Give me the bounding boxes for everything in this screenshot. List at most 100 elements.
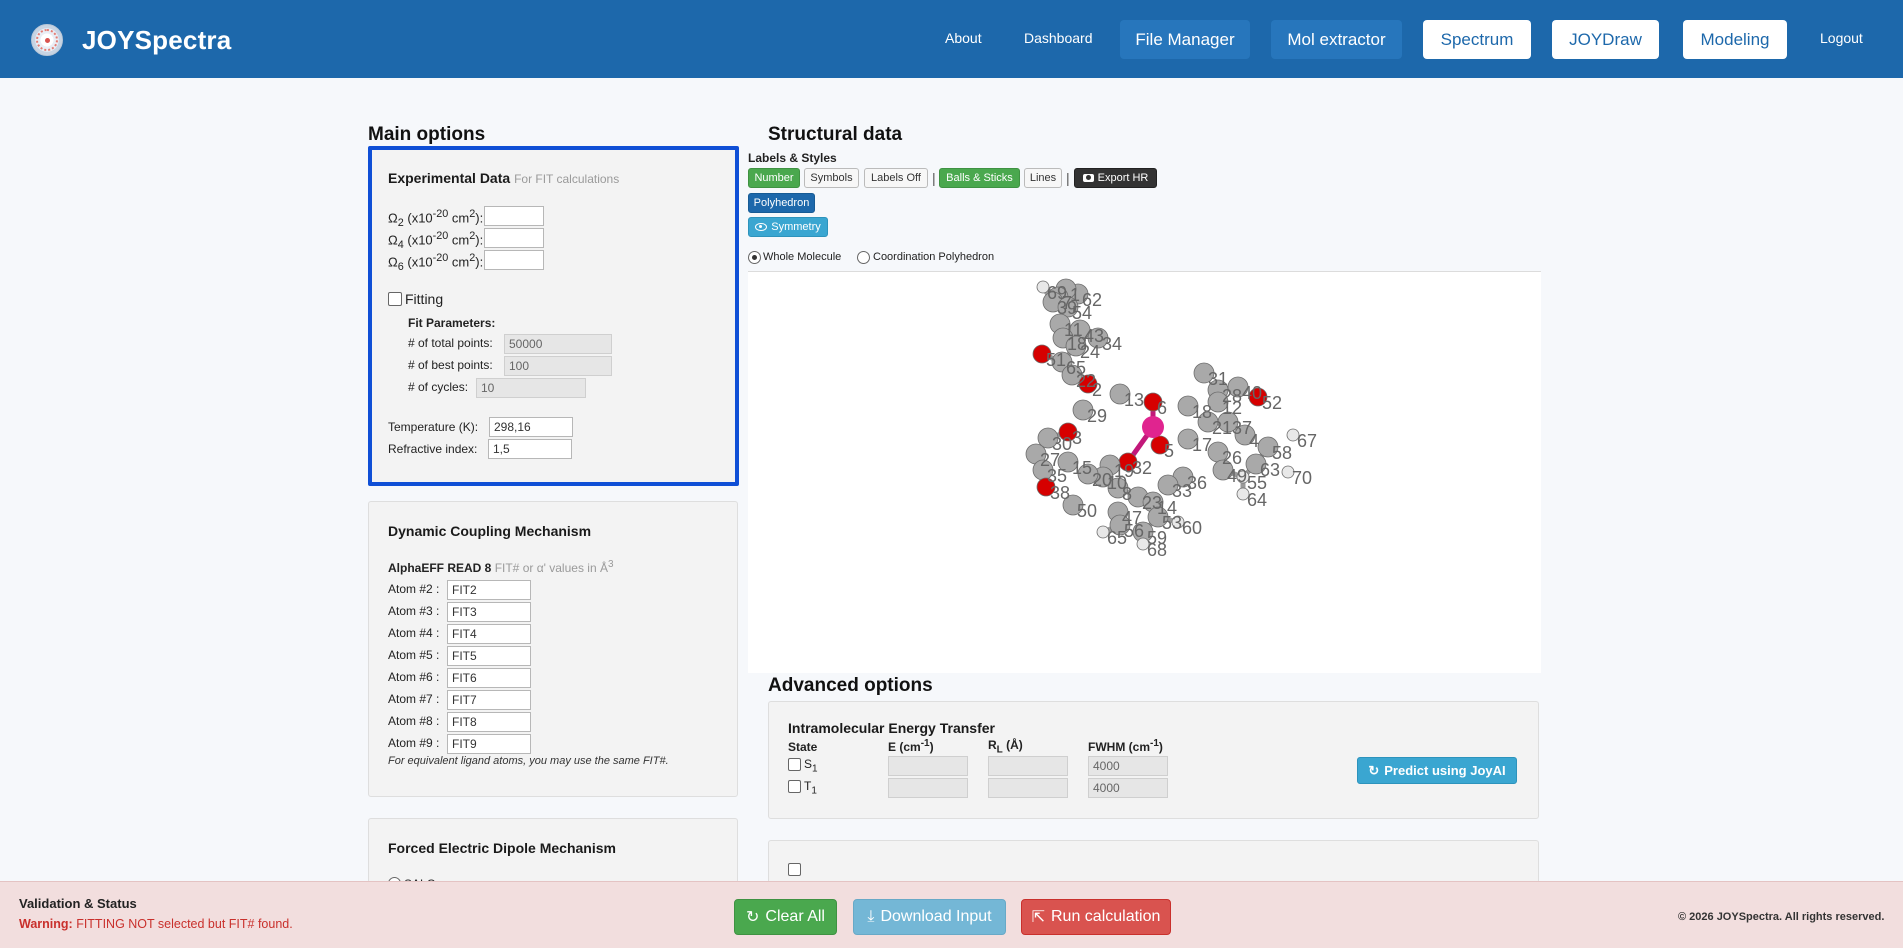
clear-all-button[interactable]: ↻ Clear All: [734, 899, 837, 935]
copyright: © 2026 JOYSpectra. All rights reserved.: [1678, 911, 1885, 923]
t1-label: T1: [804, 779, 817, 797]
atom-number-label: 49: [1227, 466, 1247, 486]
atom-number-label: 5: [1164, 441, 1174, 461]
download-input-button[interactable]: ⤓ Download Input: [853, 899, 1006, 935]
atom-number-label: 34: [1102, 334, 1122, 354]
nav-about[interactable]: About: [945, 30, 982, 46]
symmetry-button[interactable]: Symmetry: [748, 217, 828, 237]
refractive-index-input[interactable]: [488, 439, 572, 459]
molecule-canvas[interactable]: 69 6217395411 4334182451 652226133128 401218…: [748, 272, 1541, 674]
symbols-label-button[interactable]: Symbols: [804, 168, 859, 188]
brand-name[interactable]: JOYSpectra: [82, 25, 231, 56]
atom-number-label: 67: [1297, 431, 1317, 451]
atom-number-label: 2: [1092, 380, 1102, 400]
export-hr-button[interactable]: Export HR: [1074, 168, 1157, 188]
fwhm-col-header: FWHM (cm-1): [1088, 738, 1163, 754]
nav-spectrum[interactable]: Spectrum: [1423, 20, 1531, 59]
refresh-icon: ↻: [1368, 762, 1380, 778]
omega6-input[interactable]: [484, 250, 544, 270]
nav-logout[interactable]: Logout: [1820, 30, 1863, 46]
s1-fwhm-input[interactable]: [1088, 756, 1168, 776]
nav-mol-extractor[interactable]: Mol extractor: [1271, 20, 1402, 59]
atom-fit-input[interactable]: [447, 690, 531, 710]
experimental-data-heading: Experimental Data For FIT calculations: [388, 170, 620, 186]
refresh-icon: ↻: [746, 909, 760, 926]
atom-fit-input[interactable]: [447, 734, 531, 754]
number-label-button[interactable]: Number: [748, 168, 800, 188]
polyhedron-button[interactable]: Polyhedron: [748, 193, 815, 213]
omega2-label: Ω2 (x10-20 cm2):: [388, 208, 484, 229]
best-points-label: # of best points:: [408, 358, 493, 372]
atom-number-label: 68: [1147, 540, 1167, 560]
temperature-input[interactable]: [489, 417, 573, 437]
dynamic-coupling-heading: Dynamic Coupling Mechanism: [388, 523, 592, 539]
fitting-checkbox[interactable]: [388, 292, 402, 306]
atom-number-label: 3: [1072, 428, 1082, 448]
whole-molecule-radio[interactable]: [748, 251, 761, 264]
camera-icon: [1082, 174, 1094, 182]
predict-joyai-button[interactable]: ↻ Predict using JoyAI: [1357, 757, 1517, 784]
atom-fit-input[interactable]: [447, 602, 531, 622]
omega4-label: Ω4 (x10-20 cm2):: [388, 230, 484, 251]
atom-label: Atom #4 :: [388, 626, 440, 640]
labels-styles-title: Labels & Styles: [748, 151, 837, 165]
t1-rl-input[interactable]: [988, 778, 1068, 798]
atom-number-label: 8: [1122, 484, 1132, 504]
experimental-data-hint: For FIT calculations: [514, 172, 620, 186]
atom-number-label: 15: [1072, 458, 1092, 478]
atom-label: Atom #2 :: [388, 582, 440, 596]
alphaeff-title: AlphaEFF READ 8 FIT# or α' values in Å3: [388, 559, 614, 575]
atom-label: Atom #3 :: [388, 604, 440, 618]
fitting-label: Fitting: [405, 291, 444, 307]
rl-col-header: RL (Å): [988, 738, 1023, 756]
t1-fwhm-input[interactable]: [1088, 778, 1168, 798]
lines-style-button[interactable]: Lines: [1024, 168, 1062, 188]
nav-modeling[interactable]: Modeling: [1683, 20, 1787, 59]
coordination-polyhedron-radio[interactable]: [857, 251, 870, 264]
brand-logo-icon[interactable]: [31, 24, 63, 56]
nav-joydraw[interactable]: JOYDraw: [1552, 20, 1659, 59]
top-navbar: JOYSpectra About Dashboard File Manager …: [0, 0, 1903, 78]
s1-rl-input[interactable]: [988, 756, 1068, 776]
metal-center-sphere: [1142, 416, 1164, 438]
t1-energy-input[interactable]: [888, 778, 968, 798]
atom-number-label: 51: [1046, 350, 1066, 370]
intramolecular-heading: Intramolecular Energy Transfer: [788, 720, 995, 736]
nav-dashboard[interactable]: Dashboard: [1024, 30, 1093, 46]
run-calculation-button[interactable]: ⇱ Run calculation: [1021, 899, 1171, 935]
atom-number-label: 26: [1222, 448, 1242, 468]
best-points-input[interactable]: [504, 356, 612, 376]
atom-fit-input[interactable]: [447, 712, 531, 732]
atom-number-label: 29: [1087, 406, 1107, 426]
atom-fit-input[interactable]: [447, 668, 531, 688]
atom-fit-input[interactable]: [447, 624, 531, 644]
validation-warning: Warning: FITTING NOT selected but FIT# f…: [19, 917, 293, 931]
atom-number-label: 65: [1107, 528, 1127, 548]
balls-sticks-button[interactable]: Balls & Sticks: [939, 168, 1020, 188]
omega4-input[interactable]: [484, 228, 544, 248]
total-points-input[interactable]: [504, 334, 612, 354]
atom-number-label: 21: [1212, 418, 1232, 438]
nav-file-manager[interactable]: File Manager: [1120, 20, 1250, 59]
s1-energy-input[interactable]: [888, 756, 968, 776]
atom-number-label: 32: [1132, 458, 1152, 478]
atom-label: Atom #8 :: [388, 714, 440, 728]
atom-fit-input[interactable]: [447, 580, 531, 600]
energy-col-header: E (cm-1): [888, 738, 934, 754]
atom-fit-input[interactable]: [447, 646, 531, 666]
state-col-header: State: [788, 740, 818, 754]
molecule-viewer[interactable]: 69 62 1 7 39 54 11 43 34 18 24 51 65 22 2 6 13 31 28 40 12 18…: [748, 271, 1541, 673]
s1-checkbox[interactable]: [788, 758, 801, 771]
omega2-input[interactable]: [484, 206, 544, 226]
advanced-option-checkbox[interactable]: [788, 863, 801, 876]
atom-number-label: 12: [1222, 398, 1242, 418]
t1-checkbox[interactable]: [788, 780, 801, 793]
cycles-input[interactable]: [476, 378, 586, 398]
atom-label: Atom #9 :: [388, 736, 440, 750]
toolbar-separator-2: |: [1066, 170, 1070, 186]
external-link-icon: ⇱: [1031, 909, 1045, 926]
labels-off-button[interactable]: Labels Off: [864, 168, 928, 188]
atom-number-label: 70: [1292, 468, 1312, 488]
atom-label: Atom #7 :: [388, 692, 440, 706]
advanced-options-title: Advanced options: [768, 675, 933, 696]
